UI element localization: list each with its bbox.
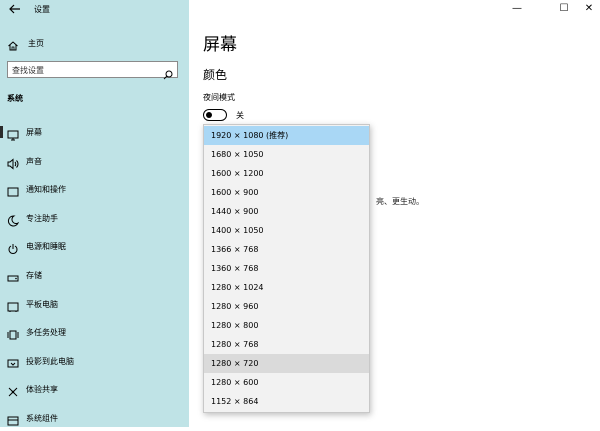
toggle-knob (206, 112, 212, 118)
search-input[interactable]: 查找设置 (7, 61, 178, 80)
search-placeholder: 查找设置 (12, 66, 44, 75)
sidebar-item-label: 电源和睡眠 (26, 242, 66, 251)
resolution-option[interactable]: 1280 × 800 (204, 316, 369, 335)
storage-icon (7, 269, 19, 282)
page-title: 屏幕 (203, 35, 237, 55)
notification-icon (7, 183, 19, 197)
projector-icon (7, 355, 19, 368)
sidebar-item-focus-assist[interactable]: 专注助手 (0, 207, 189, 229)
toggle-state-label: 关 (236, 111, 244, 120)
resolution-option[interactable]: 1366 × 768 (204, 240, 369, 259)
search-icon[interactable] (163, 65, 173, 80)
resolution-option[interactable]: 1920 × 1080 (推荐) (204, 126, 369, 145)
components-icon (7, 412, 19, 426)
sidebar-item-label: 平板电脑 (26, 300, 58, 309)
sidebar-item-display[interactable]: 屏幕 (0, 121, 189, 143)
sidebar-item-multitasking[interactable]: 多任务处理 (0, 321, 189, 343)
resolution-option[interactable]: 1280 × 768 (204, 335, 369, 354)
power-icon (7, 240, 19, 254)
sidebar-item-label: 体验共享 (26, 385, 58, 394)
resolution-option[interactable]: 1360 × 768 (204, 259, 369, 278)
home-link[interactable]: 主页 (7, 36, 44, 51)
tablet-icon (7, 298, 19, 312)
sidebar-item-notifications[interactable]: 通知和操作 (0, 178, 189, 200)
sidebar-item-power[interactable]: 电源和睡眠 (0, 235, 189, 257)
resolution-option[interactable]: 1400 × 1050 (204, 221, 369, 240)
monitor-icon (7, 126, 19, 141)
moon-icon (7, 212, 20, 227)
sidebar-item-label: 屏幕 (26, 128, 42, 137)
section-heading: 系统 (7, 94, 23, 103)
resolution-dropdown-list[interactable]: 1920 × 1080 (推荐) 1680 × 1050 1600 × 1200… (203, 124, 370, 413)
resolution-option[interactable]: 1280 × 600 (204, 373, 369, 392)
sidebar-item-shared-experiences[interactable]: 体验共享 (0, 378, 189, 400)
sidebar-item-label: 通知和操作 (26, 185, 66, 194)
multitask-icon (7, 326, 19, 340)
back-arrow-icon[interactable] (8, 2, 22, 16)
speaker-icon (7, 155, 19, 170)
sidebar-item-storage[interactable]: 存储 (0, 264, 189, 286)
maximize-button[interactable]: ☐ (557, 2, 571, 16)
sidebar-item-project[interactable]: 投影到此电脑 (0, 350, 189, 372)
resolution-option[interactable]: 1280 × 960 (204, 297, 369, 316)
partially-hidden-text: 亮、更生动。 (376, 197, 424, 206)
share-icon (7, 383, 19, 397)
sidebar-item-tablet[interactable]: 平板电脑 (0, 293, 189, 315)
resolution-option[interactable]: 1152 × 864 (204, 392, 369, 411)
resolution-option[interactable]: 1280 × 1024 (204, 278, 369, 297)
sidebar: 设置 主页 查找设置 系统 屏幕 声音 通知和操作 专注助手 电源和睡眠 存储 … (0, 0, 189, 427)
sidebar-item-label: 声音 (26, 157, 42, 166)
sidebar-item-sound[interactable]: 声音 (0, 150, 189, 172)
app-title: 设置 (34, 5, 50, 14)
resolution-option[interactable]: 1440 × 900 (204, 202, 369, 221)
resolution-option[interactable]: 1680 × 1050 (204, 145, 369, 164)
night-mode-toggle[interactable] (203, 109, 227, 121)
sidebar-item-label: 投影到此电脑 (26, 357, 74, 366)
sidebar-item-label: 专注助手 (26, 214, 58, 223)
resolution-option[interactable]: 1280 × 720 (204, 354, 369, 373)
sidebar-item-label: 系统组件 (26, 414, 58, 423)
resolution-option[interactable]: 1600 × 1200 (204, 164, 369, 183)
selection-indicator (0, 126, 3, 138)
minimize-button[interactable]: — (510, 2, 524, 16)
sidebar-item-label: 多任务处理 (26, 328, 66, 337)
night-mode-label: 夜间模式 (203, 93, 235, 102)
color-heading: 颜色 (203, 68, 228, 82)
close-button[interactable]: ✕ (582, 2, 596, 16)
home-icon (7, 37, 19, 51)
sidebar-item-label: 存储 (26, 271, 42, 280)
home-label: 主页 (28, 38, 44, 48)
resolution-option[interactable]: 1600 × 900 (204, 183, 369, 202)
sidebar-item-system-components[interactable]: 系统组件 (0, 407, 189, 429)
